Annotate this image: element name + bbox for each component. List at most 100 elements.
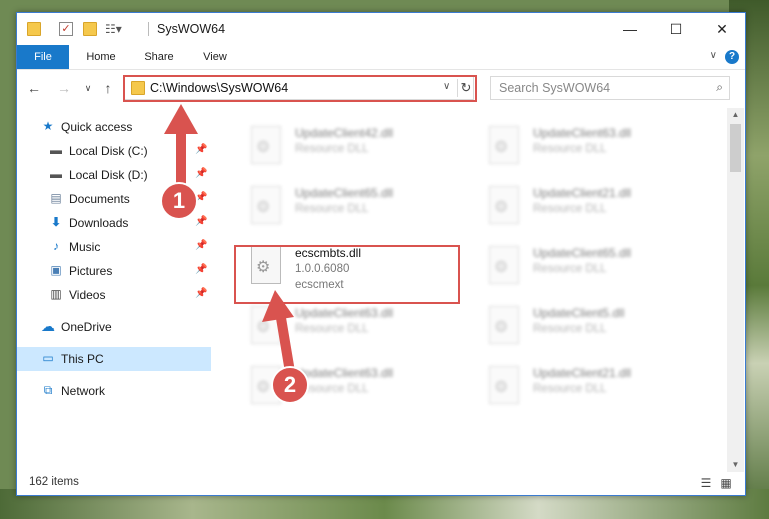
file-name: UpdateClient63.dll xyxy=(533,126,632,140)
sidebar-item-label: Local Disk (C:) xyxy=(69,144,148,158)
search-icon[interactable]: ⌕ xyxy=(716,80,723,95)
recent-locations-chevron-icon[interactable]: ∨ xyxy=(79,79,97,97)
file-description: Resource DLL xyxy=(295,143,369,155)
file-tile[interactable]: UpdateClient5.dll Resource DLL xyxy=(475,300,703,358)
status-bar: 162 items ☰ ▦ xyxy=(17,472,745,494)
large-icons-view-icon[interactable]: ▦ xyxy=(719,476,733,490)
forward-arrow-icon[interactable]: → xyxy=(55,79,73,97)
music-icon: ♪ xyxy=(53,239,59,253)
sidebar-item-label: Network xyxy=(61,384,106,398)
pin-icon[interactable]: 📌 xyxy=(195,216,207,227)
sidebar-item-label: Pictures xyxy=(69,264,113,278)
file-tile[interactable]: UpdateClient21.dll Resource DLL xyxy=(475,360,703,418)
tab-share[interactable]: Share xyxy=(137,45,181,69)
address-highlight-box xyxy=(123,75,477,102)
file-tile[interactable]: UpdateClient63.dll Resource DLL xyxy=(237,300,465,358)
pin-icon[interactable]: 📌 xyxy=(195,264,207,275)
callout-step-1: 1 xyxy=(160,182,198,220)
file-description: Resource DLL xyxy=(295,203,369,215)
file-tile[interactable]: UpdateClient65.dll Resource DLL xyxy=(237,180,465,238)
properties-check-icon[interactable]: ✓ xyxy=(59,22,73,36)
navigation-row: ← → ∨ ↑ C:\Windows\SysWOW64 ∨ ↻ Search S… xyxy=(17,70,745,106)
file-tile[interactable]: UpdateClient21.dll Resource DLL xyxy=(475,180,703,238)
scroll-thumb[interactable] xyxy=(730,124,741,172)
file-tile[interactable]: UpdateClient65.dll Resource DLL xyxy=(475,240,703,298)
tab-home[interactable]: Home xyxy=(79,45,123,69)
file-name: UpdateClient21.dll xyxy=(533,366,632,380)
title-bar: ✓ ☷▾ SysWOW64 — ☐ ✕ xyxy=(17,13,745,45)
sidebar-item-label: Documents xyxy=(69,192,130,206)
download-icon: ⬇ xyxy=(50,215,62,229)
scroll-down-icon[interactable]: ▼ xyxy=(727,458,744,472)
pin-icon[interactable]: 📌 xyxy=(195,168,207,179)
videos-icon: ▥ xyxy=(50,287,62,301)
file-description: Resource DLL xyxy=(533,263,607,275)
title-separator xyxy=(148,22,149,36)
file-tile[interactable]: UpdateClient42.dll Resource DLL xyxy=(237,120,465,178)
file-name: UpdateClient21.dll xyxy=(533,186,632,200)
file-description: Resource DLL xyxy=(533,323,607,335)
back-arrow-icon[interactable]: ← xyxy=(25,79,43,97)
close-button[interactable]: ✕ xyxy=(699,13,745,45)
sidebar-item-pictures[interactable]: ▣ Pictures 📌 xyxy=(17,259,211,283)
file-tile[interactable]: UpdateClient63.dll Resource DLL xyxy=(475,120,703,178)
search-placeholder: Search SysWOW64 xyxy=(499,81,611,95)
customize-toolbar-icon[interactable]: ☷▾ xyxy=(105,22,122,36)
dll-file-icon xyxy=(489,186,519,224)
sidebar-item-onedrive[interactable]: ☁ OneDrive xyxy=(17,315,211,339)
file-name: UpdateClient63.dll xyxy=(295,366,394,380)
explorer-window: ✓ ☷▾ SysWOW64 — ☐ ✕ File Home Share View… xyxy=(16,12,746,496)
sidebar-item-label: Quick access xyxy=(61,120,133,134)
pin-icon[interactable]: 📌 xyxy=(195,240,207,251)
expand-ribbon-icon[interactable]: ∨ xyxy=(710,50,717,61)
file-name: UpdateClient65.dll xyxy=(533,246,632,260)
pin-icon[interactable]: 📌 xyxy=(195,288,207,299)
dll-file-icon xyxy=(251,306,281,344)
details-view-icon[interactable]: ☰ xyxy=(699,476,713,490)
dll-file-icon xyxy=(251,186,281,224)
dll-file-icon xyxy=(489,306,519,344)
item-count: 162 items xyxy=(29,476,79,488)
minimize-button[interactable]: — xyxy=(607,13,653,45)
file-name: UpdateClient65.dll xyxy=(295,186,394,200)
new-folder-icon[interactable] xyxy=(83,22,97,36)
drive-icon: ▬ xyxy=(50,143,62,157)
pin-icon[interactable]: 📌 xyxy=(195,144,207,155)
file-description: Resource DLL xyxy=(295,323,369,335)
file-description: Resource DLL xyxy=(533,203,607,215)
file-description: Resource DLL xyxy=(533,143,607,155)
sidebar-item-music[interactable]: ♪ Music 📌 xyxy=(17,235,211,259)
ribbon-tabs: File Home Share View ∨ ? xyxy=(17,45,745,70)
search-input[interactable]: Search SysWOW64 ⌕ xyxy=(490,76,730,100)
folder-icon xyxy=(27,22,41,36)
vertical-scrollbar[interactable]: ▲ ▼ xyxy=(727,108,744,472)
sidebar-item-videos[interactable]: ▥ Videos 📌 xyxy=(17,283,211,307)
tab-file[interactable]: File xyxy=(17,45,69,69)
drive-icon: ▬ xyxy=(50,167,62,181)
dll-file-icon xyxy=(489,246,519,284)
file-description: Resource DLL xyxy=(533,383,607,395)
file-name: UpdateClient5.dll xyxy=(533,306,625,320)
cloud-icon: ☁ xyxy=(41,318,55,334)
sidebar-item-label: Videos xyxy=(69,288,106,302)
sidebar-item-label: Music xyxy=(69,240,101,254)
dll-file-icon xyxy=(251,126,281,164)
navigation-pane: ★ Quick access ▬ Local Disk (C:) 📌 ▬ Loc… xyxy=(17,108,211,468)
pictures-icon: ▣ xyxy=(50,263,62,277)
sidebar-item-label: Local Disk (D:) xyxy=(69,168,148,182)
sidebar-item-local-disk-c[interactable]: ▬ Local Disk (C:) 📌 xyxy=(17,139,211,163)
sidebar-item-this-pc[interactable]: ▭ This PC xyxy=(17,347,211,371)
sidebar-item-network[interactable]: ⧉ Network xyxy=(17,379,211,403)
up-arrow-icon[interactable]: ↑ xyxy=(99,79,117,97)
dll-file-icon xyxy=(489,126,519,164)
file-highlight-box xyxy=(234,245,460,304)
star-icon: ★ xyxy=(42,119,54,133)
sidebar-item-quick-access[interactable]: ★ Quick access xyxy=(17,115,211,139)
documents-icon: ▤ xyxy=(50,191,62,205)
computer-icon: ▭ xyxy=(42,351,54,365)
scroll-up-icon[interactable]: ▲ xyxy=(727,108,744,122)
maximize-button[interactable]: ☐ xyxy=(653,13,699,45)
file-name: UpdateClient42.dll xyxy=(295,126,394,140)
help-icon[interactable]: ? xyxy=(725,50,739,64)
tab-view[interactable]: View xyxy=(193,45,237,69)
